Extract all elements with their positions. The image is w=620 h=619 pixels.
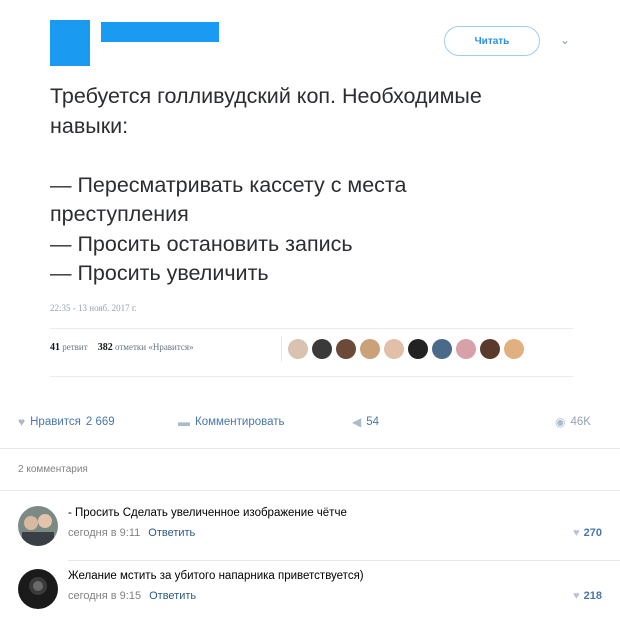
retweets-count: 41 [50,342,60,353]
comment-time[interactable]: сегодня в 9:11 [68,527,140,539]
comment-like-button[interactable]: ♥ 270 [573,527,602,539]
liker-avatar[interactable] [312,339,332,359]
reply-link[interactable]: Ответить [148,527,195,539]
heart-icon: ♥ [573,590,580,602]
avatar-image [18,506,58,546]
comment-item: Желание мстить за убитого напарника прив… [0,563,620,619]
heart-icon: ♥ [573,527,580,539]
divider [0,490,620,491]
likes-count: 382 [97,342,113,353]
like-count: 2 669 [85,416,115,428]
comment-text: Желание мстить за убитого напарника прив… [68,570,364,582]
avatar-image [18,569,58,609]
follow-button[interactable]: Читать [444,26,540,56]
divider [50,376,573,377]
avatar[interactable] [18,569,58,609]
divider [0,448,620,449]
divider [281,336,282,362]
comment-meta: сегодня в 9:11 Ответить [68,527,195,539]
liker-avatar[interactable] [288,339,308,359]
likes-label: отметки «Нравится» [114,342,194,352]
comment-label: Комментировать [195,416,285,428]
share-count: 54 [366,416,380,428]
liker-avatar[interactable] [336,339,356,359]
liker-avatar[interactable] [432,339,452,359]
reply-link[interactable]: Ответить [149,590,196,602]
likes-stat[interactable]: 382 отметки «Нравится» [98,342,194,353]
comment-button[interactable]: ▬ Комментировать [178,415,285,429]
retweets-stat[interactable]: 41 ретвит [50,342,88,353]
liker-avatar[interactable] [504,339,524,359]
comment-time[interactable]: сегодня в 9:15 [68,590,141,602]
share-button[interactable]: ◀ 54 [352,415,379,429]
tweet-card: Читать ⌄ Требуется голливудский коп. Нео… [0,0,620,395]
comment-text: - Просить Сделать увеличенное изображени… [68,507,347,519]
megaphone-icon: ◀ [352,415,362,429]
chevron-down-icon[interactable]: ⌄ [560,33,570,47]
tweet-stats: 41 ретвит 382 отметки «Нравится» [50,342,194,353]
divider [50,328,573,329]
divider [68,560,620,561]
tweet-timestamp[interactable]: 22:35 - 13 нояб. 2017 г. [50,303,137,313]
comment-like-count: 218 [583,590,602,602]
liker-avatar[interactable] [408,339,428,359]
avatar[interactable] [18,506,58,546]
comments-count[interactable]: 2 комментария [18,464,88,475]
comment-item: - Просить Сделать увеличенное изображени… [0,500,620,556]
comment-icon: ▬ [178,415,190,429]
comment-like-button[interactable]: ♥ 218 [573,590,602,602]
eye-icon: ◉ [555,415,566,429]
tweet-text: Требуется голливудский коп. Необходимые … [50,84,482,285]
like-label: Нравится [30,416,81,428]
redacted-username [101,22,219,42]
liker-avatar[interactable] [480,339,500,359]
liker-avatar[interactable] [456,339,476,359]
like-button[interactable]: ♥ Нравится 2 669 [18,415,115,429]
likers-avatars [288,339,524,359]
views-counter: ◉ 46K [555,415,591,429]
liker-avatar[interactable] [360,339,380,359]
retweets-label: ретвит [62,342,88,352]
comment-meta: сегодня в 9:15 Ответить [68,590,196,602]
heart-icon: ♥ [18,415,26,429]
post-actions: ♥ Нравится 2 669 ▬ Комментировать ◀ 54 ◉… [0,403,620,443]
liker-avatar[interactable] [384,339,404,359]
comment-like-count: 270 [583,527,602,539]
views-count: 46K [570,416,591,428]
redacted-avatar [50,20,90,66]
